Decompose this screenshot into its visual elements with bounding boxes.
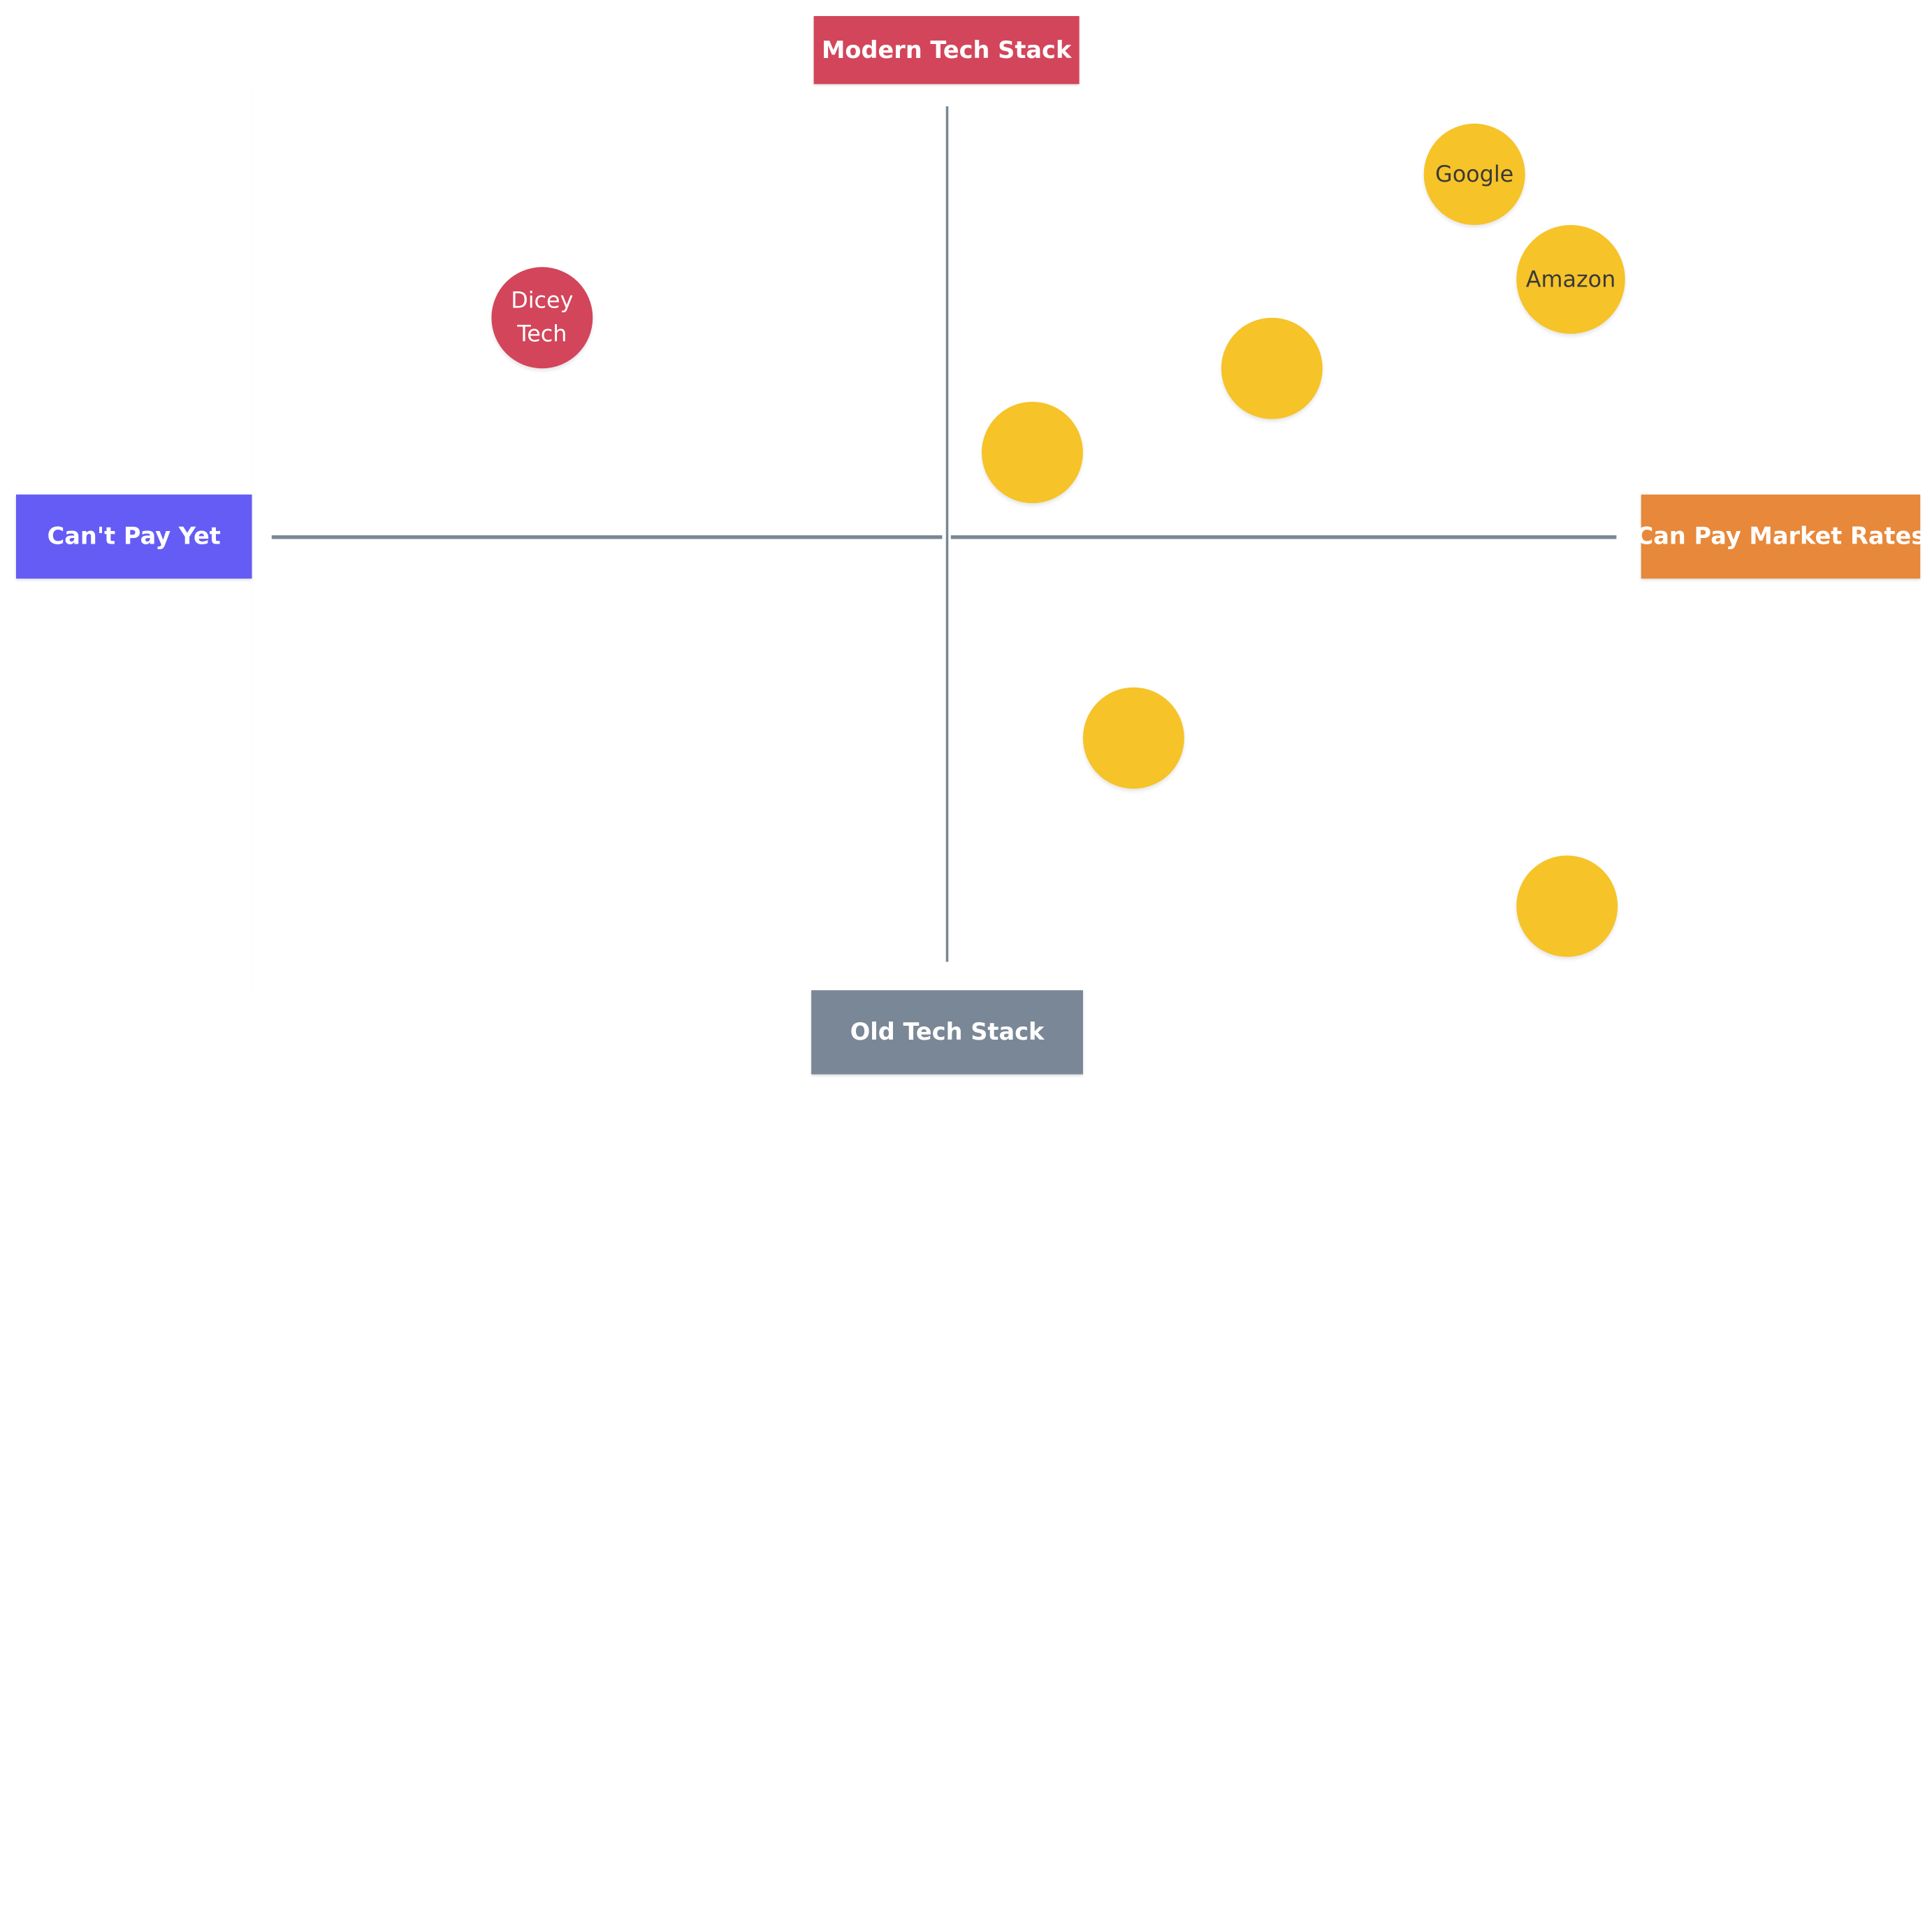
company-dot-dicey-tech[interactable]: Dicey Tech: [491, 267, 593, 369]
top-axis-label[interactable]: Modern Tech Stack: [813, 16, 1080, 85]
left-axis-label[interactable]: Can't Pay Yet: [15, 494, 252, 579]
company-dot-label: Dicey Tech: [511, 288, 574, 348]
horizontal-axis-right: [950, 535, 1617, 539]
company-dot-unlabeled[interactable]: [1082, 687, 1184, 789]
company-dot-unlabeled[interactable]: [1221, 317, 1323, 419]
company-dot-google[interactable]: Google: [1423, 123, 1525, 226]
quadrant-canvas: Modern Tech Stack Old Tech Stack Can't P…: [0, 0, 1932, 1925]
bottom-axis-label[interactable]: Old Tech Stack: [811, 990, 1083, 1075]
right-axis-label[interactable]: Can Pay Market Rates: [1636, 494, 1925, 579]
horizontal-axis-left: [271, 535, 943, 539]
company-dot-label: Google: [1435, 161, 1514, 188]
company-dot-unlabeled[interactable]: [982, 402, 1083, 504]
company-dot-amazon[interactable]: Amazon: [1516, 225, 1625, 334]
vertical-axis: [945, 106, 949, 962]
company-dot-label: Amazon: [1525, 266, 1616, 293]
company-dot-unlabeled[interactable]: [1516, 855, 1618, 957]
